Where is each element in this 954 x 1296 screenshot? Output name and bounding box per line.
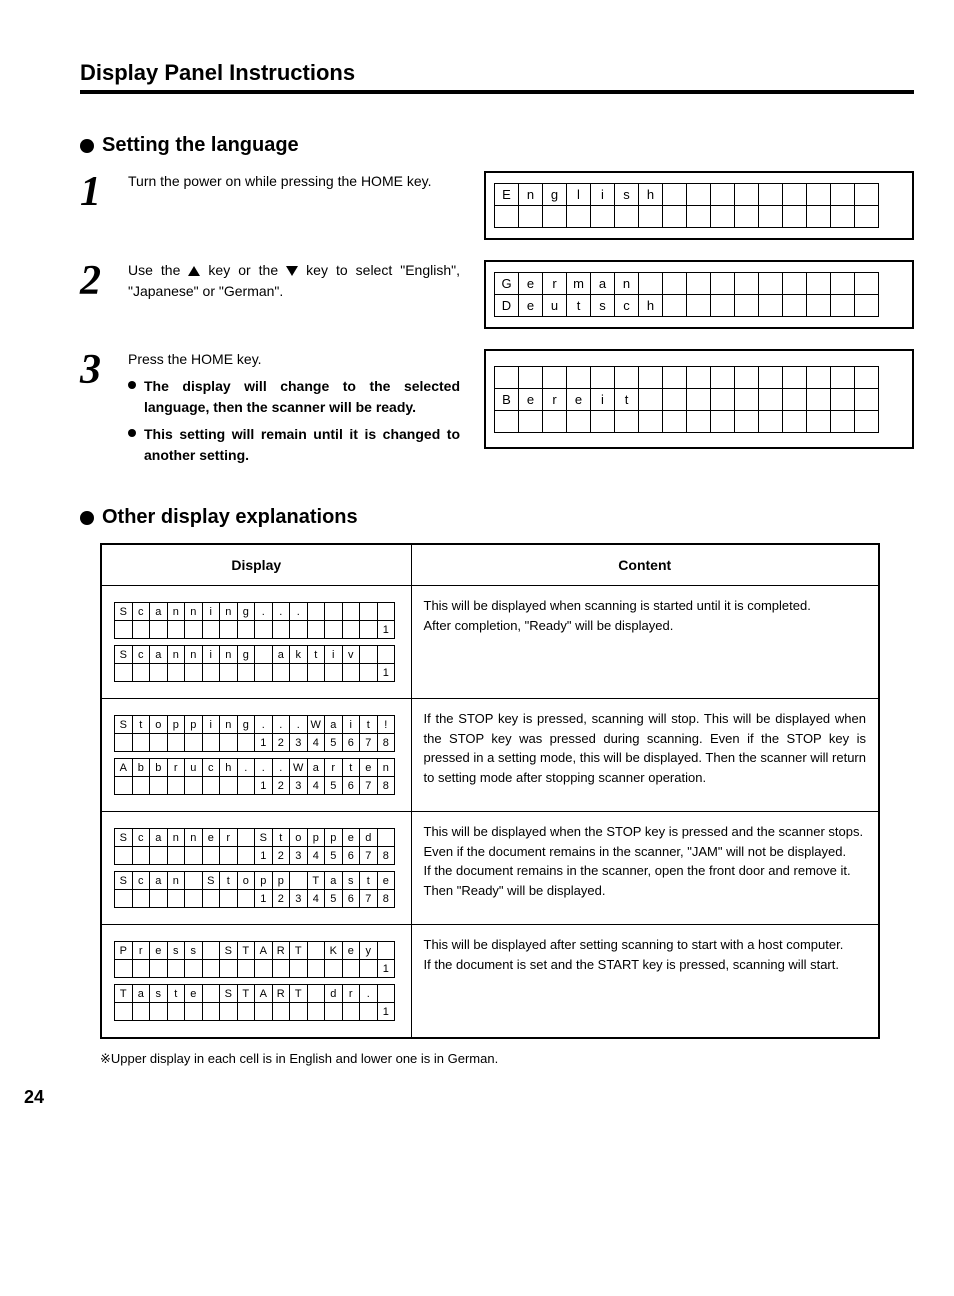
content-cell: This will be displayed when the STOP key…: [411, 812, 879, 925]
lcd-display: Stopping...Wait!12345678: [114, 715, 395, 752]
lcd-display: GermanDeutsch: [494, 272, 879, 317]
table-header-content: Content: [411, 544, 879, 586]
section-heading-text: Setting the language: [102, 134, 299, 157]
table-header-display: Display: [101, 544, 411, 586]
content-cell: This will be displayed when scanning is …: [411, 586, 879, 699]
display-cell: Stopping...Wait!12345678 Abbruch...Warten…: [101, 699, 411, 812]
display-panel: GermanDeutsch: [484, 260, 914, 329]
step-number: 3: [80, 349, 120, 391]
display-panel: Bereit: [484, 349, 914, 449]
step-sub-bullet: This setting will remain until it is cha…: [128, 424, 460, 466]
page-title: Display Panel Instructions: [80, 60, 914, 94]
bullet-icon: [80, 139, 94, 153]
step-text: Turn the power on while pressing the HOM…: [128, 171, 460, 192]
table-row: Scanning...1 Scanningaktiv1 This will be d…: [101, 586, 879, 699]
step-number: 1: [80, 171, 120, 213]
lcd-display: Bereit: [494, 366, 879, 433]
lcd-display: Abbruch...Warten12345678: [114, 758, 395, 795]
step-text: Press the HOME key.The display will chan…: [128, 349, 460, 466]
lcd-display: English: [494, 183, 879, 228]
step-row: 2Use the key or the key to select "Engli…: [80, 260, 914, 329]
bullet-icon: [80, 511, 94, 525]
step-row: 3Press the HOME key.The display will cha…: [80, 349, 914, 466]
step-sub-bullet: The display will change to the selected …: [128, 376, 460, 418]
lcd-display: PressSTARTKey1: [114, 941, 395, 978]
display-cell: ScannerStopped12345678 ScanStoppTaste1234…: [101, 812, 411, 925]
section-heading-language: Setting the language: [80, 134, 914, 157]
triangle-down-icon: [286, 266, 298, 276]
lcd-display: Scanningaktiv1: [114, 645, 395, 682]
display-cell: Scanning...1 Scanningaktiv1: [101, 586, 411, 699]
lcd-display: Scanning...1: [114, 602, 395, 639]
step-number: 2: [80, 260, 120, 302]
triangle-up-icon: [188, 266, 200, 276]
bullet-icon: [128, 381, 136, 389]
display-cell: PressSTARTKey1 TasteSTARTdr.1: [101, 925, 411, 1039]
step-row: 1 Turn the power on while pressing the HO…: [80, 171, 914, 240]
content-cell: If the STOP key is pressed, scanning wil…: [411, 699, 879, 812]
table-row: ScannerStopped12345678 ScanStoppTaste1234…: [101, 812, 879, 925]
section-heading-text: Other display explanations: [102, 506, 358, 529]
footnote: ※Upper display in each cell is in Englis…: [100, 1051, 914, 1067]
section-heading-other: Other display explanations: [80, 506, 914, 529]
lcd-display: TasteSTARTdr.1: [114, 984, 395, 1021]
content-cell: This will be displayed after setting sca…: [411, 925, 879, 1039]
lcd-display: ScannerStopped12345678: [114, 828, 395, 865]
page-number: 24: [24, 1087, 914, 1108]
step-text: Use the key or the key to select "Englis…: [128, 260, 460, 302]
bullet-icon: [128, 429, 136, 437]
explanations-table: Display Content Scanning...1 Scanningakti…: [100, 543, 880, 1039]
table-row: PressSTARTKey1 TasteSTARTdr.1 This will be…: [101, 925, 879, 1039]
display-panel: English: [484, 171, 914, 240]
lcd-display: ScanStoppTaste12345678: [114, 871, 395, 908]
table-row: Stopping...Wait!12345678 Abbruch...Warten…: [101, 699, 879, 812]
